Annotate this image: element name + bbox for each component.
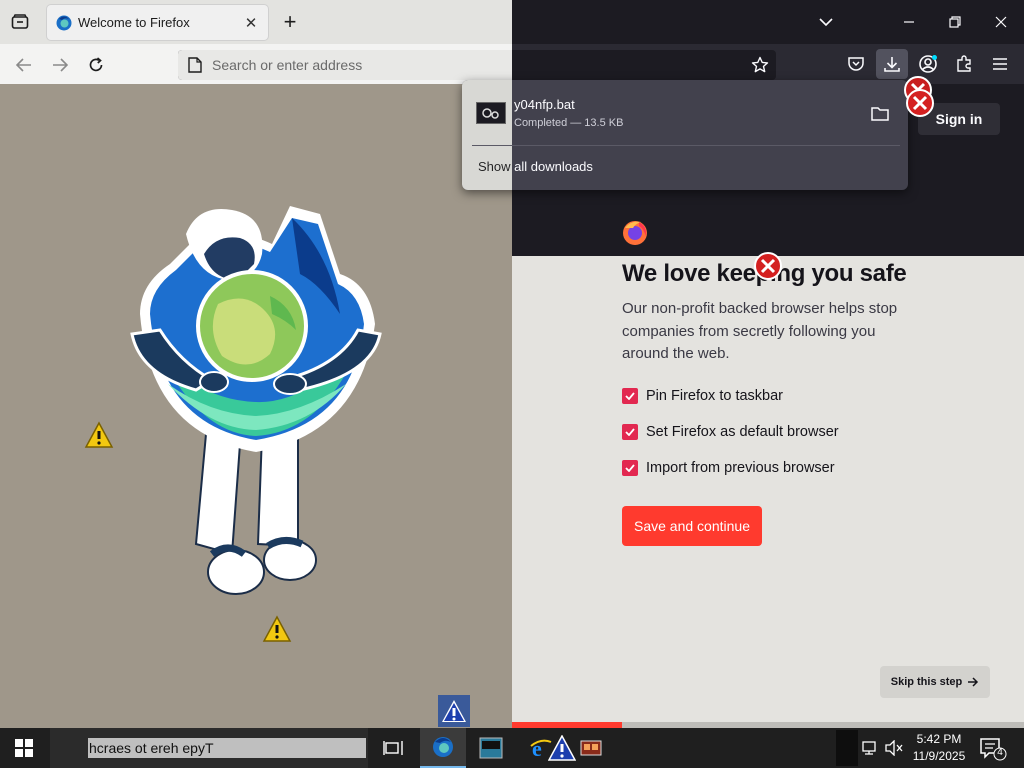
warning-icon bbox=[84, 421, 114, 448]
windows-start-icon[interactable] bbox=[0, 728, 48, 768]
tab-close-icon[interactable]: ✕ bbox=[240, 12, 262, 34]
show-all-downloads-link-light: Show all downloads bbox=[478, 159, 512, 174]
network-icon[interactable] bbox=[862, 740, 882, 756]
show-hidden-icons[interactable] bbox=[836, 730, 858, 766]
option-label: Import from previous browser bbox=[646, 460, 835, 476]
reload-icon[interactable] bbox=[84, 53, 108, 77]
page-icon bbox=[188, 57, 202, 73]
batch-file-icon bbox=[476, 102, 506, 124]
tab-title: Welcome to Firefox bbox=[78, 15, 190, 30]
taskbar-firefox-icon[interactable] bbox=[420, 728, 466, 768]
option-default-browser[interactable]: Set Firefox as default browser bbox=[622, 424, 839, 440]
checkbox-checked-icon[interactable] bbox=[622, 460, 638, 476]
warning-icon bbox=[262, 615, 292, 642]
arrow-right-icon bbox=[968, 677, 979, 687]
urlbar-field[interactable] bbox=[178, 50, 512, 80]
close-window-icon[interactable] bbox=[985, 6, 1017, 38]
bookmark-star-icon[interactable] bbox=[748, 53, 772, 77]
error-icon bbox=[906, 89, 934, 117]
clock-date: 11/9/2025 bbox=[912, 749, 966, 763]
firefox-logo-icon bbox=[623, 221, 647, 245]
taskbar-terminal-icon[interactable] bbox=[468, 728, 514, 768]
menu-icon[interactable] bbox=[988, 52, 1012, 76]
download-filename[interactable]: y04nfp.bat bbox=[514, 97, 575, 112]
error-icon bbox=[754, 252, 782, 280]
option-pin-taskbar[interactable]: Pin Firefox to taskbar bbox=[622, 388, 783, 404]
option-import[interactable]: Import from previous browser bbox=[622, 460, 835, 476]
clock-time: 5:42 PM bbox=[916, 732, 962, 746]
minimize-icon[interactable] bbox=[893, 6, 925, 38]
checkbox-checked-icon[interactable] bbox=[622, 388, 638, 404]
taskbar-clock[interactable]: 5:42 PM 11/9/2025 bbox=[906, 731, 972, 765]
folder-icon[interactable] bbox=[870, 105, 890, 123]
taskbar-search-text[interactable]: hcraes ot ereh epyT bbox=[88, 738, 366, 758]
save-and-continue-button[interactable]: Save and continue bbox=[622, 506, 762, 546]
tab-list-icon[interactable] bbox=[6, 8, 34, 36]
notification-center-icon[interactable]: 4 bbox=[978, 736, 1008, 762]
checkbox-checked-icon[interactable] bbox=[622, 424, 638, 440]
account-icon[interactable] bbox=[916, 52, 940, 76]
svg-text:e: e bbox=[532, 736, 542, 760]
option-label: Set Firefox as default browser bbox=[646, 424, 839, 440]
illustration-panel bbox=[0, 84, 512, 728]
page-subtext: Our non-profit backed browser helps stop… bbox=[622, 300, 898, 362]
option-label: Pin Firefox to taskbar bbox=[646, 388, 783, 404]
skip-step-button[interactable]: Skip this step bbox=[880, 666, 990, 698]
address-input[interactable] bbox=[212, 57, 512, 73]
globe-hug-illustration bbox=[130, 206, 382, 595]
pocket-icon[interactable] bbox=[844, 52, 868, 76]
restore-icon[interactable] bbox=[939, 6, 971, 38]
list-all-tabs-chevron-icon[interactable] bbox=[810, 6, 842, 38]
firefox-favicon-icon bbox=[56, 15, 72, 30]
downloads-panel: y04nfp.bat Completed — 13.5 KB Show all … bbox=[462, 80, 908, 190]
task-view-icon[interactable] bbox=[370, 728, 416, 768]
warning-icon bbox=[438, 695, 470, 727]
skip-label: Skip this step bbox=[890, 676, 963, 688]
divider bbox=[472, 145, 900, 146]
tab-welcome[interactable]: Welcome to Firefox ✕ bbox=[47, 5, 268, 40]
back-icon[interactable] bbox=[12, 53, 36, 77]
download-status: Completed — 13.5 KB bbox=[514, 117, 624, 129]
taskbar-app-icon[interactable] bbox=[574, 728, 608, 768]
notification-count: 4 bbox=[997, 747, 1003, 758]
forward-icon[interactable] bbox=[48, 53, 72, 77]
extensions-icon[interactable] bbox=[952, 52, 976, 76]
new-tab-icon[interactable]: + bbox=[278, 9, 302, 35]
volume-muted-icon[interactable] bbox=[884, 739, 904, 757]
